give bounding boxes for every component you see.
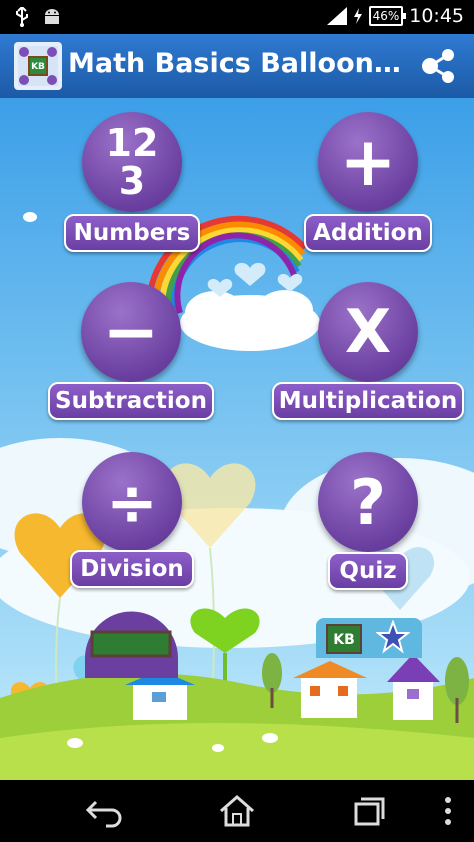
multiplication-button[interactable]: Multiplication: [272, 382, 464, 420]
menu-multiplication[interactable]: X Multiplication: [272, 282, 464, 424]
multiplication-glyph: X: [344, 297, 392, 367]
share-icon[interactable]: [418, 48, 458, 84]
home-icon[interactable]: [215, 792, 259, 830]
quiz-glyph: ?: [350, 465, 386, 539]
signal-icon: [326, 7, 347, 25]
app-title: Math Basics Balloon…: [68, 48, 401, 79]
addition-glyph: +: [339, 122, 397, 202]
subtraction-button[interactable]: Subtraction: [48, 382, 214, 420]
menu-addition[interactable]: + Addition: [304, 112, 432, 256]
numbers-glyph-bottom: 3: [118, 159, 146, 203]
svg-text:KB: KB: [31, 62, 45, 72]
numbers-icon: 12 3: [82, 112, 182, 212]
usb-icon: [16, 7, 28, 27]
battery-charging-icon: [353, 8, 362, 24]
division-icon: ÷: [82, 452, 182, 552]
menu-subtraction[interactable]: − Subtraction: [48, 282, 214, 424]
kb-book-icon: KB: [326, 624, 362, 654]
menu-numbers[interactable]: 12 3 Numbers: [64, 112, 200, 256]
back-icon[interactable]: [82, 792, 126, 830]
promo-app-kb[interactable]: KB: [316, 618, 422, 658]
numbers-button[interactable]: Numbers: [64, 214, 200, 252]
main-menu-scene: KB 12 3 Numbers + Addition − Subtraction…: [0, 98, 474, 780]
addition-icon: +: [318, 112, 418, 212]
division-glyph: ÷: [106, 465, 158, 539]
battery-icon: 46%: [368, 6, 406, 26]
menu-quiz[interactable]: ? Quiz: [318, 452, 418, 594]
android-icon: [45, 9, 59, 24]
subtraction-icon: −: [81, 282, 181, 382]
menu-division[interactable]: ÷ Division: [70, 452, 194, 592]
addition-button[interactable]: Addition: [304, 214, 432, 252]
action-bar: KB Math Basics Balloon…: [0, 34, 474, 98]
recent-apps-icon[interactable]: [346, 792, 390, 830]
status-bar: 46% 10:45: [0, 0, 474, 34]
multiplication-icon: X: [318, 282, 418, 382]
star-icon: [376, 620, 410, 654]
navigation-bar: [0, 780, 474, 842]
subtraction-glyph: −: [102, 292, 160, 372]
house-purple-roof: [387, 654, 440, 720]
status-time: 10:45: [409, 5, 464, 27]
quiz-icon: ?: [318, 452, 418, 552]
overflow-menu-icon[interactable]: [428, 792, 468, 830]
division-button[interactable]: Division: [70, 550, 194, 588]
numbers-glyph-top: 12: [105, 121, 159, 165]
quiz-button[interactable]: Quiz: [328, 552, 408, 590]
house-orange-roof: [293, 661, 367, 718]
app-logo-icon: KB: [14, 42, 62, 90]
